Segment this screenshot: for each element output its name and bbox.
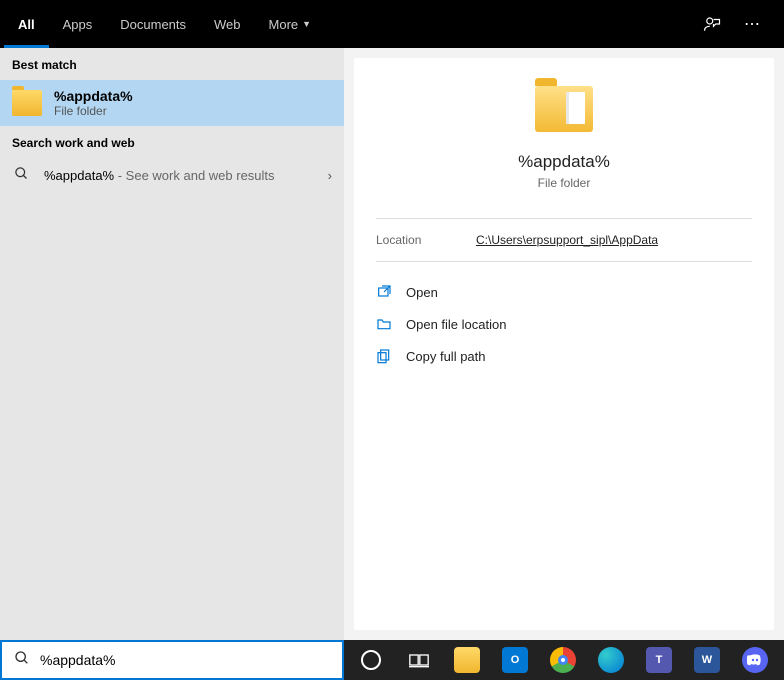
details-pane: %appdata% File folder Location C:\Users\… (344, 48, 784, 640)
results-pane: Best match %appdata% File folder Search … (0, 48, 344, 640)
open-action[interactable]: Open (376, 276, 752, 308)
more-options-icon[interactable]: ⋯ (732, 0, 772, 48)
result-title: %appdata% (54, 88, 133, 104)
edge-icon[interactable] (588, 640, 634, 680)
web-header: Search work and web (0, 126, 344, 158)
detail-title: %appdata% (518, 152, 610, 172)
file-explorer-icon[interactable] (444, 640, 490, 680)
chevron-down-icon: ▼ (302, 19, 311, 29)
web-result-text: %appdata% - See work and web results (44, 168, 275, 183)
word-icon[interactable]: W (684, 640, 730, 680)
search-icon (12, 166, 30, 184)
search-input[interactable] (40, 652, 330, 668)
location-label: Location (376, 233, 476, 247)
tab-apps[interactable]: Apps (49, 0, 107, 48)
feedback-icon[interactable] (692, 0, 732, 48)
folder-icon (535, 86, 593, 132)
best-match-item[interactable]: %appdata% File folder (0, 80, 344, 126)
taskbar: O T W (344, 640, 784, 680)
open-location-action[interactable]: Open file location (376, 308, 752, 340)
tab-more[interactable]: More▼ (255, 0, 326, 48)
folder-icon (12, 90, 42, 116)
search-tabs: All Apps Documents Web More▼ ⋯ (0, 0, 784, 48)
copy-path-action[interactable]: Copy full path (376, 340, 752, 372)
cortana-icon[interactable] (348, 640, 394, 680)
result-subtitle: File folder (54, 104, 133, 118)
tab-documents[interactable]: Documents (106, 0, 200, 48)
teams-icon[interactable]: T (636, 640, 682, 680)
tab-all[interactable]: All (4, 0, 49, 48)
open-label: Open (406, 285, 438, 300)
discord-icon[interactable] (732, 640, 778, 680)
detail-subtitle: File folder (538, 176, 591, 190)
open-location-label: Open file location (406, 317, 506, 332)
chrome-icon[interactable] (540, 640, 586, 680)
open-icon (376, 284, 392, 300)
copy-path-label: Copy full path (406, 349, 486, 364)
location-value[interactable]: C:\Users\erpsupport_sipl\AppData (476, 233, 658, 247)
task-view-icon[interactable] (396, 640, 442, 680)
outlook-icon[interactable]: O (492, 640, 538, 680)
chevron-right-icon: › (328, 168, 332, 183)
copy-icon (376, 348, 392, 364)
best-match-header: Best match (0, 48, 344, 80)
search-icon (14, 650, 30, 671)
web-result-item[interactable]: %appdata% - See work and web results › (0, 158, 344, 192)
tab-more-label: More (269, 17, 299, 32)
folder-open-icon (376, 316, 392, 332)
tab-web[interactable]: Web (200, 0, 255, 48)
search-box[interactable] (0, 640, 344, 680)
